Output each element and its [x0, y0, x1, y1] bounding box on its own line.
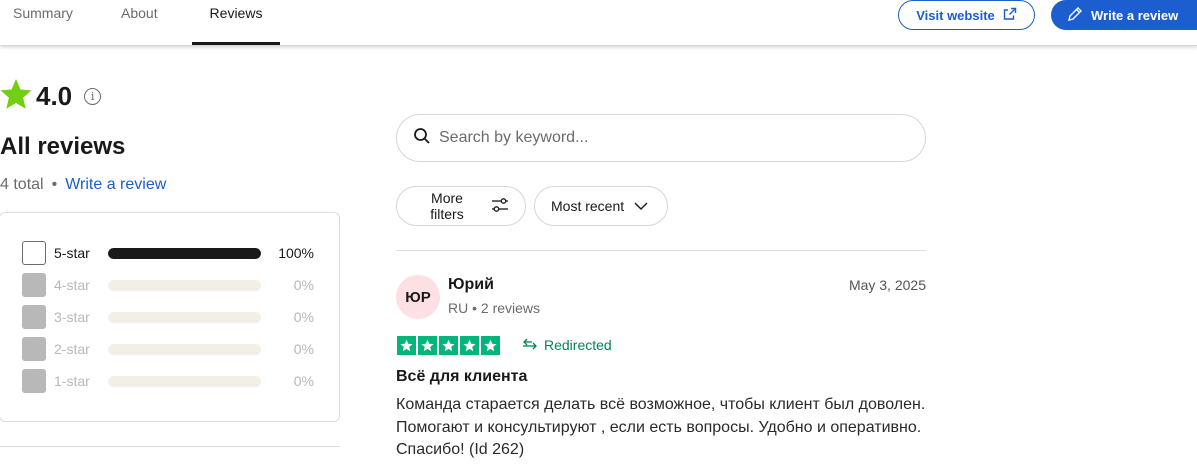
distribution-label: 4-star — [54, 277, 90, 293]
chevron-down-icon — [634, 198, 648, 214]
review-title[interactable]: Всё для клиента — [396, 368, 527, 386]
avatar[interactable]: ЮР — [396, 275, 440, 319]
filter-sliders-icon — [491, 196, 509, 217]
distribution-row-2: 2-star 0% — [22, 337, 322, 361]
distribution-percent: 0% — [293, 309, 314, 325]
distribution-row-3: 3-star 0% — [22, 305, 322, 329]
distribution-row-4: 4-star 0% — [22, 273, 322, 297]
distribution-bar — [108, 343, 261, 355]
separator-dot: • — [51, 176, 58, 193]
distribution-row-5[interactable]: 5-star 100% — [22, 241, 322, 265]
distribution-percent: 0% — [293, 373, 314, 389]
tab-reviews[interactable]: Reviews — [192, 0, 280, 45]
distribution-percent: 0% — [293, 277, 314, 293]
pencil-icon — [1067, 6, 1083, 25]
distribution-bar-fill — [108, 247, 261, 259]
star-icon — [418, 336, 437, 355]
distribution-bar — [108, 247, 261, 259]
redirect-arrow-icon — [522, 337, 538, 353]
distribution-row-1: 1-star 0% — [22, 369, 322, 393]
write-review-button[interactable]: Write a review — [1051, 0, 1197, 30]
distribution-bar — [108, 311, 261, 323]
search-box[interactable] — [396, 114, 926, 162]
star-icon — [0, 78, 32, 115]
more-filters-button[interactable]: More filters — [396, 186, 526, 226]
distribution-label: 3-star — [54, 309, 90, 325]
all-reviews-heading: All reviews — [0, 133, 126, 160]
distribution-label: 5-star — [54, 245, 90, 261]
tab-summary[interactable]: Summary — [13, 0, 73, 45]
write-review-link[interactable]: Write a review — [65, 176, 166, 193]
reviewer-meta: RU • 2 reviews — [448, 300, 541, 316]
search-icon — [413, 127, 431, 150]
distribution-label: 1-star — [54, 373, 90, 389]
distribution-bar — [108, 279, 261, 291]
visit-website-button[interactable]: Visit website — [898, 0, 1035, 30]
distribution-bar — [108, 375, 261, 387]
checkbox-5-star[interactable] — [22, 241, 46, 265]
visit-website-label: Visit website — [916, 7, 995, 23]
sort-dropdown[interactable]: Most recent — [534, 186, 668, 226]
star-distribution: 5-star 100% 4-star 0% 3-star 0% 2-star 0… — [0, 212, 340, 422]
reviewer-name[interactable]: Юрий — [448, 276, 494, 294]
distribution-percent: 100% — [278, 245, 314, 261]
star-icon — [439, 336, 458, 355]
checkbox-1-star — [22, 369, 46, 393]
review-body: Команда старается делать всё возможное, … — [396, 396, 926, 458]
rating-summary: 4.0 i — [0, 78, 102, 115]
star-icon — [460, 336, 479, 355]
star-icon — [397, 336, 416, 355]
redirected-label: Redirected — [544, 337, 612, 353]
checkbox-2-star — [22, 337, 46, 361]
distribution-label: 2-star — [54, 341, 90, 357]
review-date: May 3, 2025 — [848, 277, 926, 293]
review-stars — [397, 336, 500, 355]
rating-value: 4.0 — [36, 81, 73, 111]
star-icon — [481, 336, 500, 355]
distribution-percent: 0% — [293, 341, 314, 357]
external-link-icon — [1003, 7, 1017, 24]
search-input[interactable] — [439, 129, 899, 147]
info-icon[interactable]: i — [84, 88, 102, 105]
more-filters-label: More filters — [430, 190, 464, 222]
tab-about[interactable]: About — [121, 0, 158, 45]
top-nav-bar: Summary About Reviews Visit website Writ… — [0, 0, 1197, 46]
write-review-label: Write a review — [1091, 7, 1179, 23]
total-count: 4 total — [0, 176, 44, 193]
checkbox-3-star — [22, 305, 46, 329]
redirected-badge[interactable]: Redirected — [522, 337, 612, 353]
total-row: 4 total • Write a review — [0, 176, 166, 194]
sort-label: Most recent — [551, 198, 625, 214]
checkbox-4-star — [22, 273, 46, 297]
right-divider — [396, 250, 926, 251]
left-divider — [0, 446, 340, 447]
